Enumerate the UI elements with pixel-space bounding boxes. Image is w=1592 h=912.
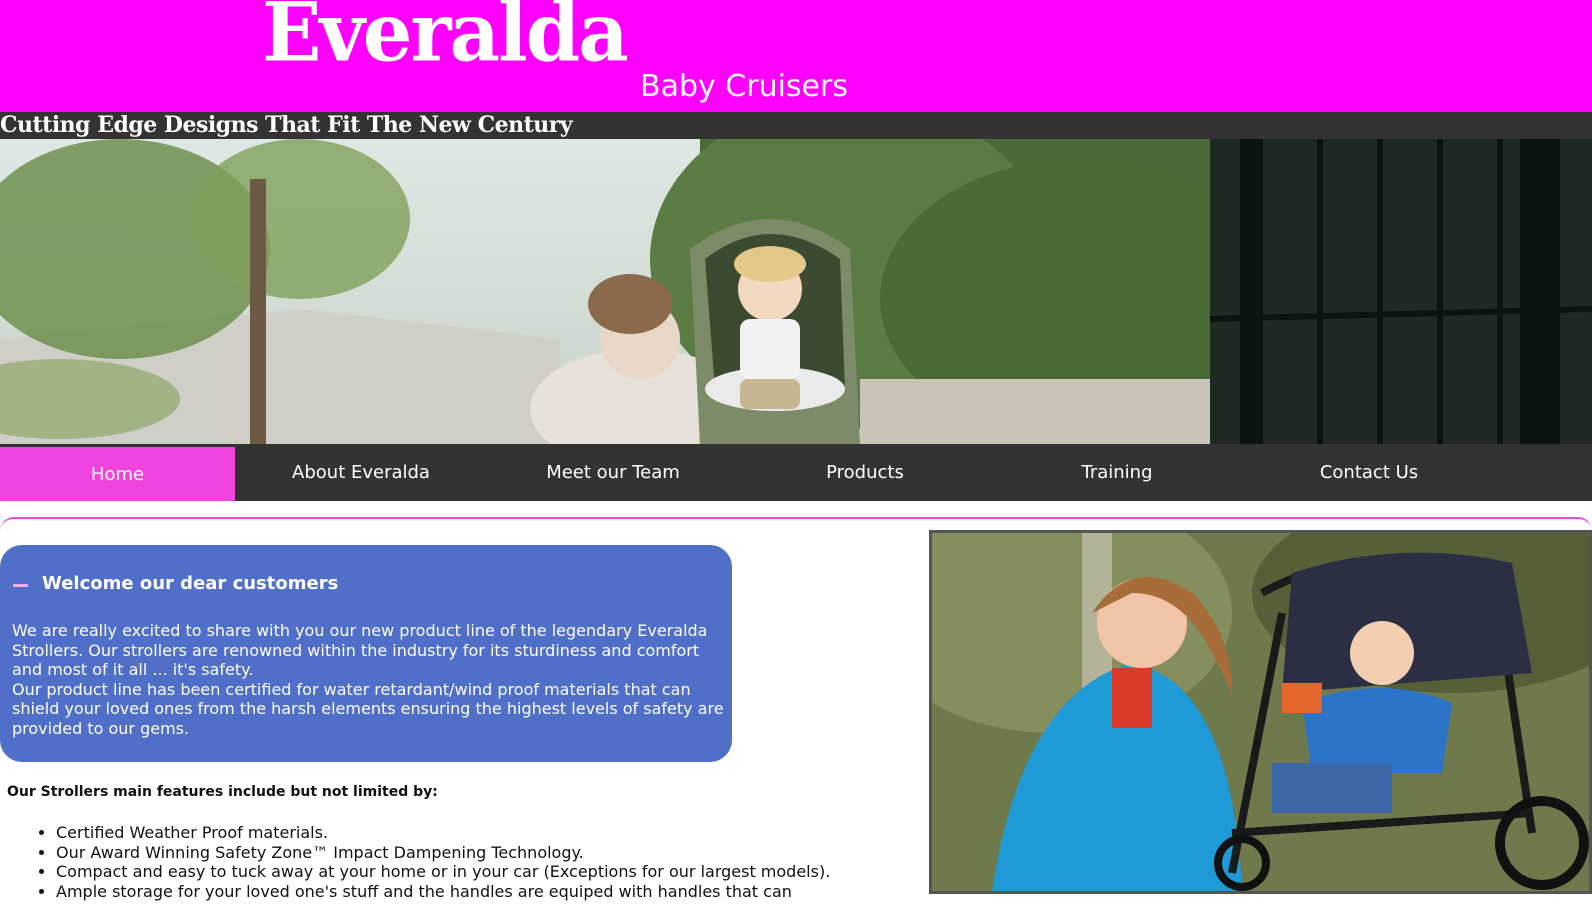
stroller-photo-illustration [932, 533, 1589, 891]
features-list: Certified Weather Proof materials. Our A… [38, 823, 838, 901]
nav-item-contact[interactable]: Contact Us [1243, 444, 1495, 501]
hero-illustration [0, 139, 1592, 444]
tagline-bar: Cutting Edge Designs That Fit The New Ce… [0, 112, 1592, 139]
features-heading: Our Strollers main features include but … [7, 784, 438, 800]
section-divider [0, 517, 1592, 531]
nav-item-team[interactable]: Meet our Team [487, 444, 739, 501]
collapse-minus-icon[interactable] [13, 584, 28, 587]
site-logo[interactable]: Everalda [262, 0, 629, 74]
list-item: Ample storage for your loved one's stuff… [56, 882, 838, 902]
list-item: Our Award Winning Safety Zone™ Impact Da… [56, 843, 838, 863]
nav-item-training[interactable]: Training [991, 444, 1243, 501]
hero-banner-image [0, 139, 1592, 444]
main-navigation: Home About Everalda Meet our Team Produc… [0, 444, 1592, 501]
welcome-panel: Welcome our dear customers We are really… [0, 545, 732, 762]
welcome-body: We are really excited to share with you … [12, 621, 724, 739]
site-logo-subtitle: Baby Cruisers [640, 69, 848, 104]
welcome-paragraph: We are really excited to share with you … [12, 621, 708, 680]
welcome-paragraph: Our product line has been certified for … [12, 679, 724, 738]
list-item: Certified Weather Proof materials. [56, 823, 838, 843]
tagline-text: Cutting Edge Designs That Fit The New Ce… [0, 112, 573, 138]
site-header: Everalda Baby Cruisers [0, 0, 1592, 112]
nav-item-about[interactable]: About Everalda [235, 444, 487, 501]
nav-item-home[interactable]: Home [0, 447, 235, 501]
list-item: Compact and easy to tuck away at your ho… [56, 862, 838, 882]
welcome-title[interactable]: Welcome our dear customers [42, 573, 338, 594]
nav-item-products[interactable]: Products [739, 444, 991, 501]
stroller-photo [929, 530, 1592, 894]
